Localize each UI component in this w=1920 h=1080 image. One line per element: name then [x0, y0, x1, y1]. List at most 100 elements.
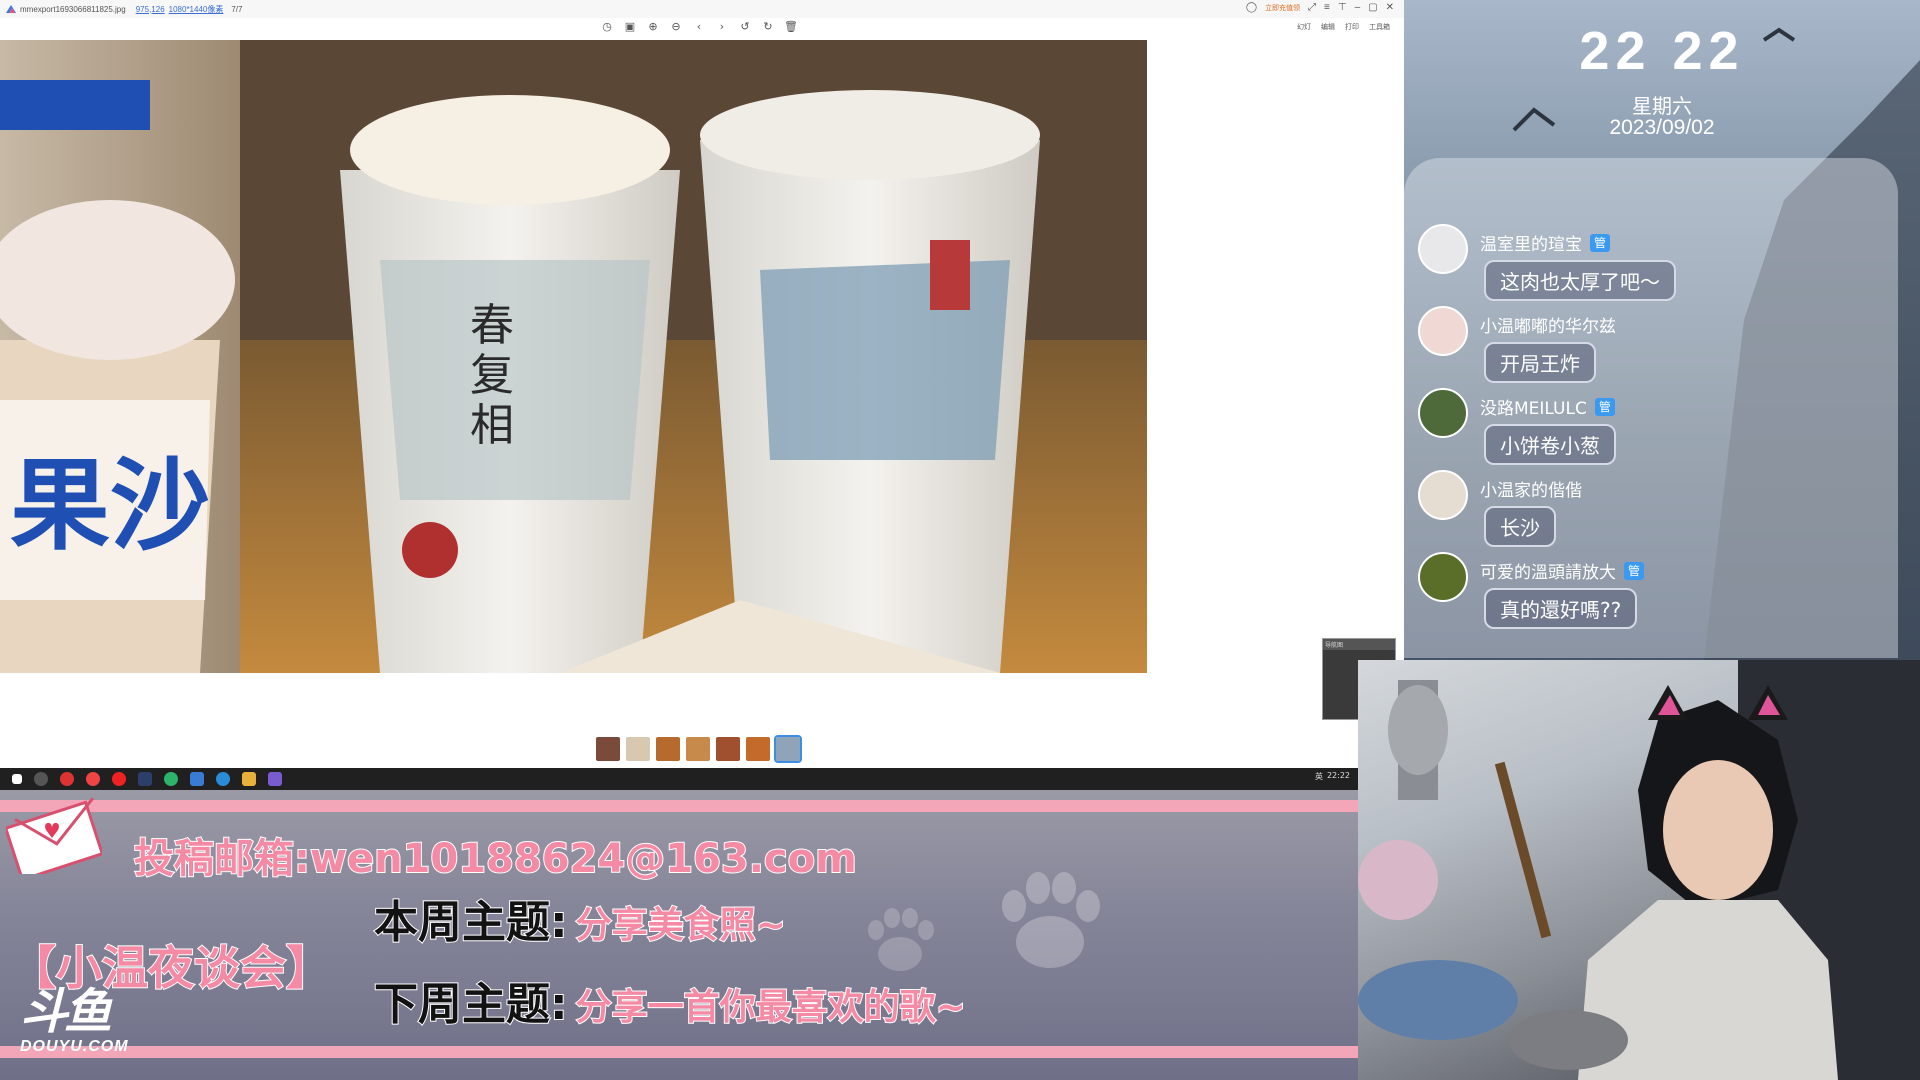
- thumbnail[interactable]: [746, 737, 770, 761]
- viewer-toolbar: ◷ ▣ ⊕ ⊖ ‹ › ↺ ↻ 🗑: [600, 20, 798, 34]
- douyu-logo-mark: 斗鱼: [20, 984, 112, 1040]
- app-steam-icon[interactable]: [138, 772, 152, 786]
- next-week-label: 下周主题:: [373, 978, 569, 1031]
- rotate-left-icon[interactable]: ↺: [738, 20, 752, 34]
- user-avatar[interactable]: [1418, 224, 1468, 274]
- maximize-icon[interactable]: ▢: [1368, 2, 1377, 13]
- user-avatar[interactable]: [1418, 388, 1468, 438]
- thumbnail-active[interactable]: [774, 735, 802, 763]
- svg-text:春: 春: [470, 300, 514, 351]
- image-viewer-taskbar-icon[interactable]: [268, 772, 282, 786]
- user-avatar[interactable]: [1418, 470, 1468, 520]
- tray-language[interactable]: 英: [1315, 771, 1323, 782]
- email-label: 投稿邮箱:: [133, 835, 311, 883]
- user-avatar[interactable]: [1418, 306, 1468, 356]
- app-blue-icon[interactable]: [190, 772, 204, 786]
- pin-icon[interactable]: ⊤: [1338, 2, 1347, 13]
- viewer-image-position[interactable]: 975,126: [136, 5, 165, 14]
- chat-bubble: 真的還好嗎??: [1484, 588, 1638, 629]
- rotate-right-icon[interactable]: ↻: [761, 20, 775, 34]
- app-netease-icon[interactable]: [86, 772, 100, 786]
- chat-bubble: 长沙: [1484, 506, 1556, 547]
- delete-icon[interactable]: 🗑: [784, 20, 798, 34]
- svg-text:果沙: 果沙: [10, 447, 210, 564]
- chat-username[interactable]: 没路MEILULC 管: [1480, 394, 1615, 419]
- app-logo-icon: [6, 5, 16, 13]
- windows-taskbar: 英 22:22: [0, 768, 1358, 790]
- chat-username[interactable]: 温室里的瑄宝管: [1480, 230, 1610, 255]
- banner-stripe-bottom: [0, 1046, 1358, 1058]
- fit-window-icon[interactable]: ▣: [623, 20, 637, 34]
- user-avatar[interactable]: [1418, 552, 1468, 602]
- milk-tea-photo: 果沙 春 复 相: [0, 40, 1147, 673]
- svg-text:复: 复: [470, 350, 514, 401]
- slideshow-button[interactable]: 幻灯: [1297, 22, 1311, 32]
- chat-bubble: 小饼卷小葱: [1484, 424, 1616, 465]
- minimize-icon[interactable]: –: [1355, 2, 1361, 13]
- admin-badge: 管: [1594, 397, 1615, 416]
- thumbnail[interactable]: [716, 737, 740, 761]
- douyu-logo: 斗鱼 DOUYU.COM: [20, 986, 140, 1066]
- edge-icon[interactable]: [164, 772, 178, 786]
- next-week-topic: 下周主题: 分享一首你最喜欢的歌~: [373, 968, 967, 1032]
- system-tray: 英 22:22: [1315, 771, 1350, 782]
- start-icon[interactable]: [12, 774, 22, 784]
- clock-date: 2023/09/02: [1609, 116, 1715, 139]
- topic-banner: 投稿邮箱:wen10188624@163.com 本周主题: 分享美食照~ 【小…: [0, 790, 1358, 1080]
- app-cyan-icon[interactable]: [216, 772, 230, 786]
- edit-button[interactable]: 编辑: [1321, 22, 1335, 32]
- chat-bubble: 开局王炸: [1484, 342, 1596, 383]
- stream-screen: mmexport1693066811825.jpg 975,126 1080*1…: [0, 0, 1920, 1080]
- obs-icon[interactable]: [34, 772, 48, 786]
- viewer-right-tools: 幻灯 编辑 打印 工具箱: [1297, 22, 1390, 32]
- thumbnail-strip: [596, 735, 802, 763]
- zoom-out-icon[interactable]: ⊖: [669, 20, 683, 34]
- print-button[interactable]: 打印: [1345, 22, 1359, 32]
- thumbnail[interactable]: [686, 737, 710, 761]
- chat-username[interactable]: 可爱的溫頭請放大管: [1480, 558, 1644, 583]
- zoom-in-icon[interactable]: ⊕: [646, 20, 660, 34]
- fullscreen-icon[interactable]: ⤢: [1308, 2, 1316, 13]
- viewer-image-size[interactable]: 1080*1440像素: [169, 4, 224, 15]
- this-week-label: 本周主题:: [373, 896, 569, 949]
- chat-username[interactable]: 小温嘟嘟的华尔兹: [1480, 312, 1616, 337]
- this-week-value: 分享美食照~: [575, 904, 787, 947]
- clock-time: 22 22: [1579, 21, 1745, 81]
- thumbnail[interactable]: [656, 737, 680, 761]
- app-red-icon[interactable]: [60, 772, 74, 786]
- viewer-empty-area: [1147, 40, 1404, 673]
- admin-badge: 管: [1590, 233, 1610, 252]
- app-weibo-icon[interactable]: [112, 772, 126, 786]
- next-week-value: 分享一首你最喜欢的歌~: [575, 986, 967, 1029]
- chat-username[interactable]: 小温家的偕偕: [1480, 476, 1582, 501]
- file-explorer-icon[interactable]: [242, 772, 256, 786]
- promo-link[interactable]: 立即充值领: [1265, 3, 1300, 13]
- image-viewer-window: mmexport1693066811825.jpg 975,126 1080*1…: [0, 0, 1404, 768]
- banner-stripe-top: [0, 800, 1358, 812]
- overlay-right-panel: 22 22 星期六 2023/09/02 温室里的瑄宝管 这肉也太厚了吧～ 小温…: [1404, 0, 1920, 660]
- this-week-topic: 本周主题: 分享美食照~: [373, 886, 787, 950]
- webcam-feed: [1358, 660, 1920, 1080]
- displayed-photo: 果沙 春 复 相: [0, 40, 1147, 673]
- viewer-file-name: mmexport1693066811825.jpg: [20, 4, 126, 14]
- email-address: wen10188624@163.com: [309, 835, 858, 883]
- navigator-title: 导航图: [1323, 639, 1395, 650]
- menu-icon[interactable]: ≡: [1324, 2, 1330, 13]
- viewer-titlebar: mmexport1693066811825.jpg 975,126 1080*1…: [0, 0, 1404, 18]
- viewer-image-count: 7/7: [231, 4, 243, 14]
- toolbox-button[interactable]: 工具箱: [1369, 22, 1390, 32]
- previous-icon[interactable]: ‹: [692, 20, 706, 34]
- actual-size-icon[interactable]: ◷: [600, 20, 614, 34]
- douyu-logo-text: DOUYU.COM: [20, 1038, 129, 1055]
- envelope-icon: [6, 797, 102, 874]
- next-icon[interactable]: ›: [715, 20, 729, 34]
- tray-time[interactable]: 22:22: [1327, 771, 1350, 782]
- chat-bubble: 这肉也太厚了吧～: [1484, 260, 1676, 301]
- danmaku-chat-box: 温室里的瑄宝管 这肉也太厚了吧～ 小温嘟嘟的华尔兹 开局王炸 没路MEILULC…: [1404, 158, 1898, 658]
- window-controls: ◯ 立即充值领 ⤢ ≡ ⊤ – ▢ ✕: [1246, 2, 1394, 13]
- thumbnail[interactable]: [626, 737, 650, 761]
- thumbnail[interactable]: [596, 737, 620, 761]
- user-icon[interactable]: ◯: [1246, 2, 1257, 13]
- paw-decoration-icon: [1002, 872, 1100, 968]
- close-icon[interactable]: ✕: [1386, 2, 1394, 13]
